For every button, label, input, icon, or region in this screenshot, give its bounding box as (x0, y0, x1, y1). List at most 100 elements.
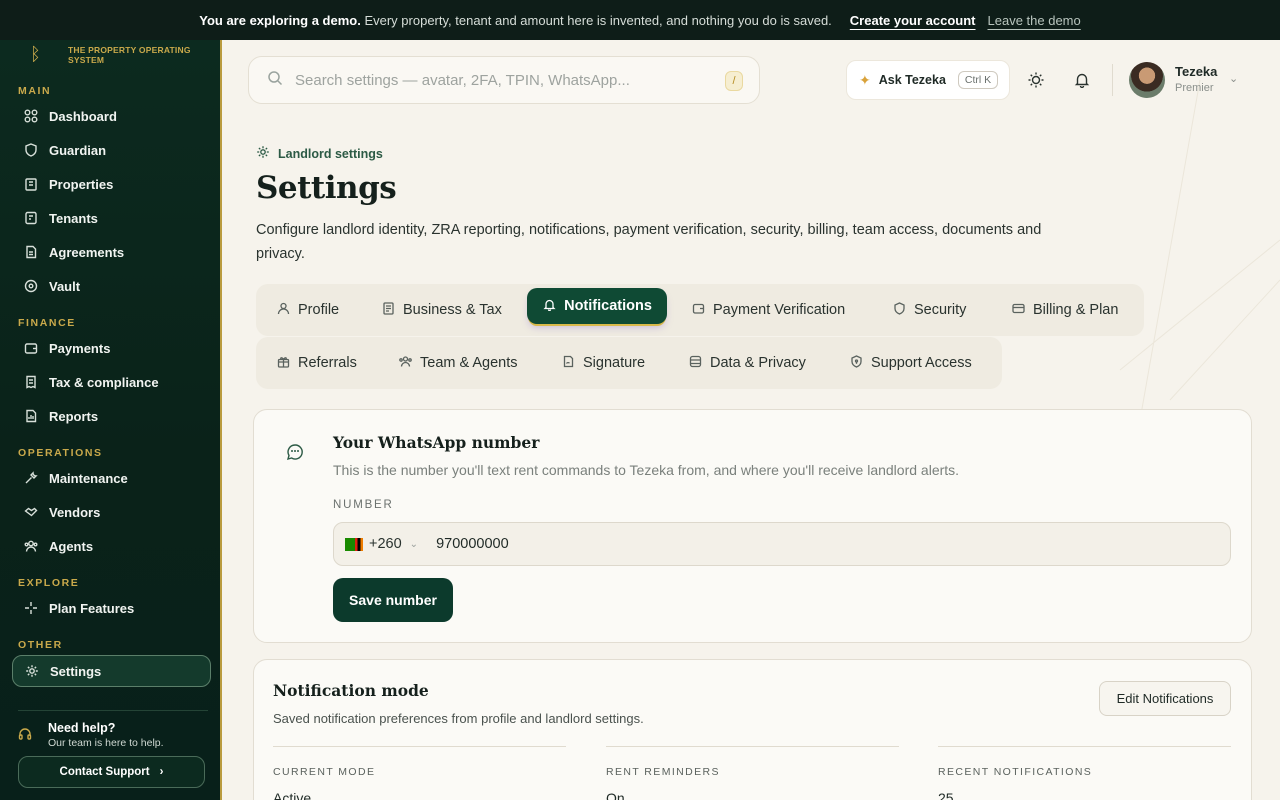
tab-security[interactable]: Security (882, 294, 976, 326)
search-input[interactable]: Search settings — avatar, 2FA, TPIN, Wha… (248, 56, 760, 104)
sidebar-item-label: Plan Features (49, 600, 135, 616)
topbar-divider (1112, 64, 1113, 96)
bell-icon[interactable] (1072, 70, 1092, 90)
brand-logo-icon: ᛒ (30, 44, 41, 65)
tab-notifications[interactable]: Notifications (527, 288, 667, 324)
sidebar-item-label: Vendors (49, 504, 101, 520)
tab-team-agents[interactable]: Team & Agents (388, 347, 528, 379)
sidebar-item-label: Dashboard (49, 108, 117, 124)
wallet-icon (691, 302, 705, 318)
sidebar-item-tenants[interactable]: Tenants (12, 202, 211, 234)
gear-icon (24, 663, 40, 679)
tab-label: Referrals (298, 355, 357, 371)
sidebar-item-properties[interactable]: Properties (12, 168, 211, 200)
document-icon (23, 244, 39, 260)
notification-mode-description: Saved notification preferences from prof… (273, 711, 644, 726)
agents-icon (23, 538, 39, 554)
breadcrumb[interactable]: Landlord settings (256, 145, 383, 162)
tab-label: Notifications (564, 298, 652, 314)
search-shortcut-badge: / (725, 71, 743, 91)
brand-tagline: THE PROPERTY OPERATING SYSTEM (68, 45, 191, 65)
tab-label: Team & Agents (420, 355, 518, 371)
section-label-finance: FINANCE (18, 317, 76, 329)
stat-current-mode: CURRENT MODE Active (273, 746, 566, 800)
help-title: Need help? (48, 721, 116, 735)
section-label-explore: EXPLORE (18, 577, 80, 589)
gear-icon (256, 145, 270, 162)
phone-number-input[interactable]: 970000000 (436, 536, 509, 552)
tab-referrals[interactable]: Referrals (266, 347, 367, 379)
sidebar-item-reports[interactable]: Reports (12, 400, 211, 432)
demo-banner-lead: You are exploring a demo. (199, 12, 361, 28)
theme-toggle-sun-icon[interactable] (1026, 70, 1046, 90)
tenants-icon (23, 210, 39, 226)
save-number-button[interactable]: Save number (333, 578, 453, 622)
tab-billing-plan[interactable]: Billing & Plan (1001, 294, 1128, 326)
whatsapp-title: Your WhatsApp number (333, 433, 540, 452)
search-placeholder: Search settings — avatar, 2FA, TPIN, Wha… (295, 71, 630, 89)
sidebar-item-label: Vault (49, 278, 81, 294)
chevron-down-icon[interactable]: ⌄ (1229, 72, 1238, 85)
help-subtitle: Our team is here to help. (48, 737, 164, 749)
sidebar-item-plan-features[interactable]: Plan Features (12, 592, 211, 624)
contact-support-button[interactable]: Contact Support › (18, 756, 205, 788)
stat-rent-reminders: RENT REMINDERS On (606, 746, 899, 800)
breadcrumb-label: Landlord settings (278, 146, 383, 161)
sidebar-item-agreements[interactable]: Agreements (12, 236, 211, 268)
search-icon (267, 70, 285, 91)
section-label-other: OTHER (18, 639, 63, 651)
credit-card-icon (1011, 302, 1025, 318)
ask-tezeka-label: Ask Tezeka (878, 73, 946, 87)
create-account-link[interactable]: Create your account (850, 13, 976, 28)
user-role: Premier (1175, 82, 1214, 94)
sidebar-item-label: Settings (50, 663, 102, 679)
tab-signature[interactable]: Signature (551, 347, 655, 379)
tab-profile[interactable]: Profile (266, 294, 349, 326)
tab-label: Support Access (871, 355, 972, 371)
sidebar-item-maintenance[interactable]: Maintenance (12, 462, 211, 494)
chevron-down-icon[interactable]: ⌄ (410, 539, 418, 550)
sidebar-item-payments[interactable]: Payments (12, 332, 211, 364)
sidebar-item-settings[interactable]: Settings (12, 655, 211, 687)
tab-support-access[interactable]: Support Access (839, 347, 982, 379)
tab-data-privacy[interactable]: Data & Privacy (678, 347, 816, 379)
shield-icon (892, 302, 906, 318)
sidebar-item-label: Agreements (49, 244, 125, 260)
database-icon (688, 355, 702, 371)
stat-label: CURRENT MODE (273, 766, 376, 778)
avatar[interactable] (1129, 62, 1165, 98)
sidebar-item-guardian[interactable]: Guardian (12, 134, 211, 166)
sidebar-item-label: Reports (49, 408, 99, 424)
signature-icon (561, 355, 575, 371)
chat-bubble-icon (286, 443, 304, 461)
ask-tezeka-button[interactable]: ✦ Ask Tezeka Ctrl K (846, 60, 1010, 100)
stat-value: Active (273, 790, 312, 800)
handshake-icon (23, 504, 39, 520)
sidebar-item-agents[interactable]: Agents (12, 530, 211, 562)
report-icon (23, 408, 39, 424)
ask-shortcut-badge: Ctrl K (957, 71, 999, 89)
wallet-icon (23, 340, 39, 356)
tab-business-tax[interactable]: Business & Tax (371, 294, 512, 326)
tab-payment-verification[interactable]: Payment Verification (681, 294, 855, 326)
brand[interactable]: ᛒ THE PROPERTY OPERATING SYSTEM (30, 40, 208, 70)
sidebar-item-tax-compliance[interactable]: Tax & compliance (12, 366, 211, 398)
sidebar: ᛒ THE PROPERTY OPERATING SYSTEM MAIN Das… (0, 40, 222, 800)
stat-value: 25 (938, 790, 954, 800)
tab-label: Billing & Plan (1033, 302, 1119, 318)
sidebar-item-dashboard[interactable]: Dashboard (12, 100, 211, 132)
sidebar-item-vault[interactable]: Vault (12, 270, 211, 302)
user-name[interactable]: Tezeka (1175, 64, 1217, 79)
whatsapp-number-field[interactable]: +260 ⌄ 970000000 (333, 522, 1231, 566)
tab-label: Payment Verification (713, 302, 846, 318)
leave-demo-link[interactable]: Leave the demo (988, 13, 1081, 28)
shield-icon (23, 142, 39, 158)
page-title: Settings (256, 170, 397, 206)
demo-banner: You are exploring a demo. Every property… (0, 0, 1280, 40)
zambia-flag-icon[interactable] (345, 537, 363, 551)
edit-notifications-button[interactable]: Edit Notifications (1099, 681, 1231, 716)
sidebar-item-vendors[interactable]: Vendors (12, 496, 211, 528)
page-description: Configure landlord identity, ZRA reporti… (256, 222, 1042, 262)
sidebar-item-label: Tenants (49, 210, 98, 226)
country-code-select[interactable]: +260 (369, 536, 402, 552)
